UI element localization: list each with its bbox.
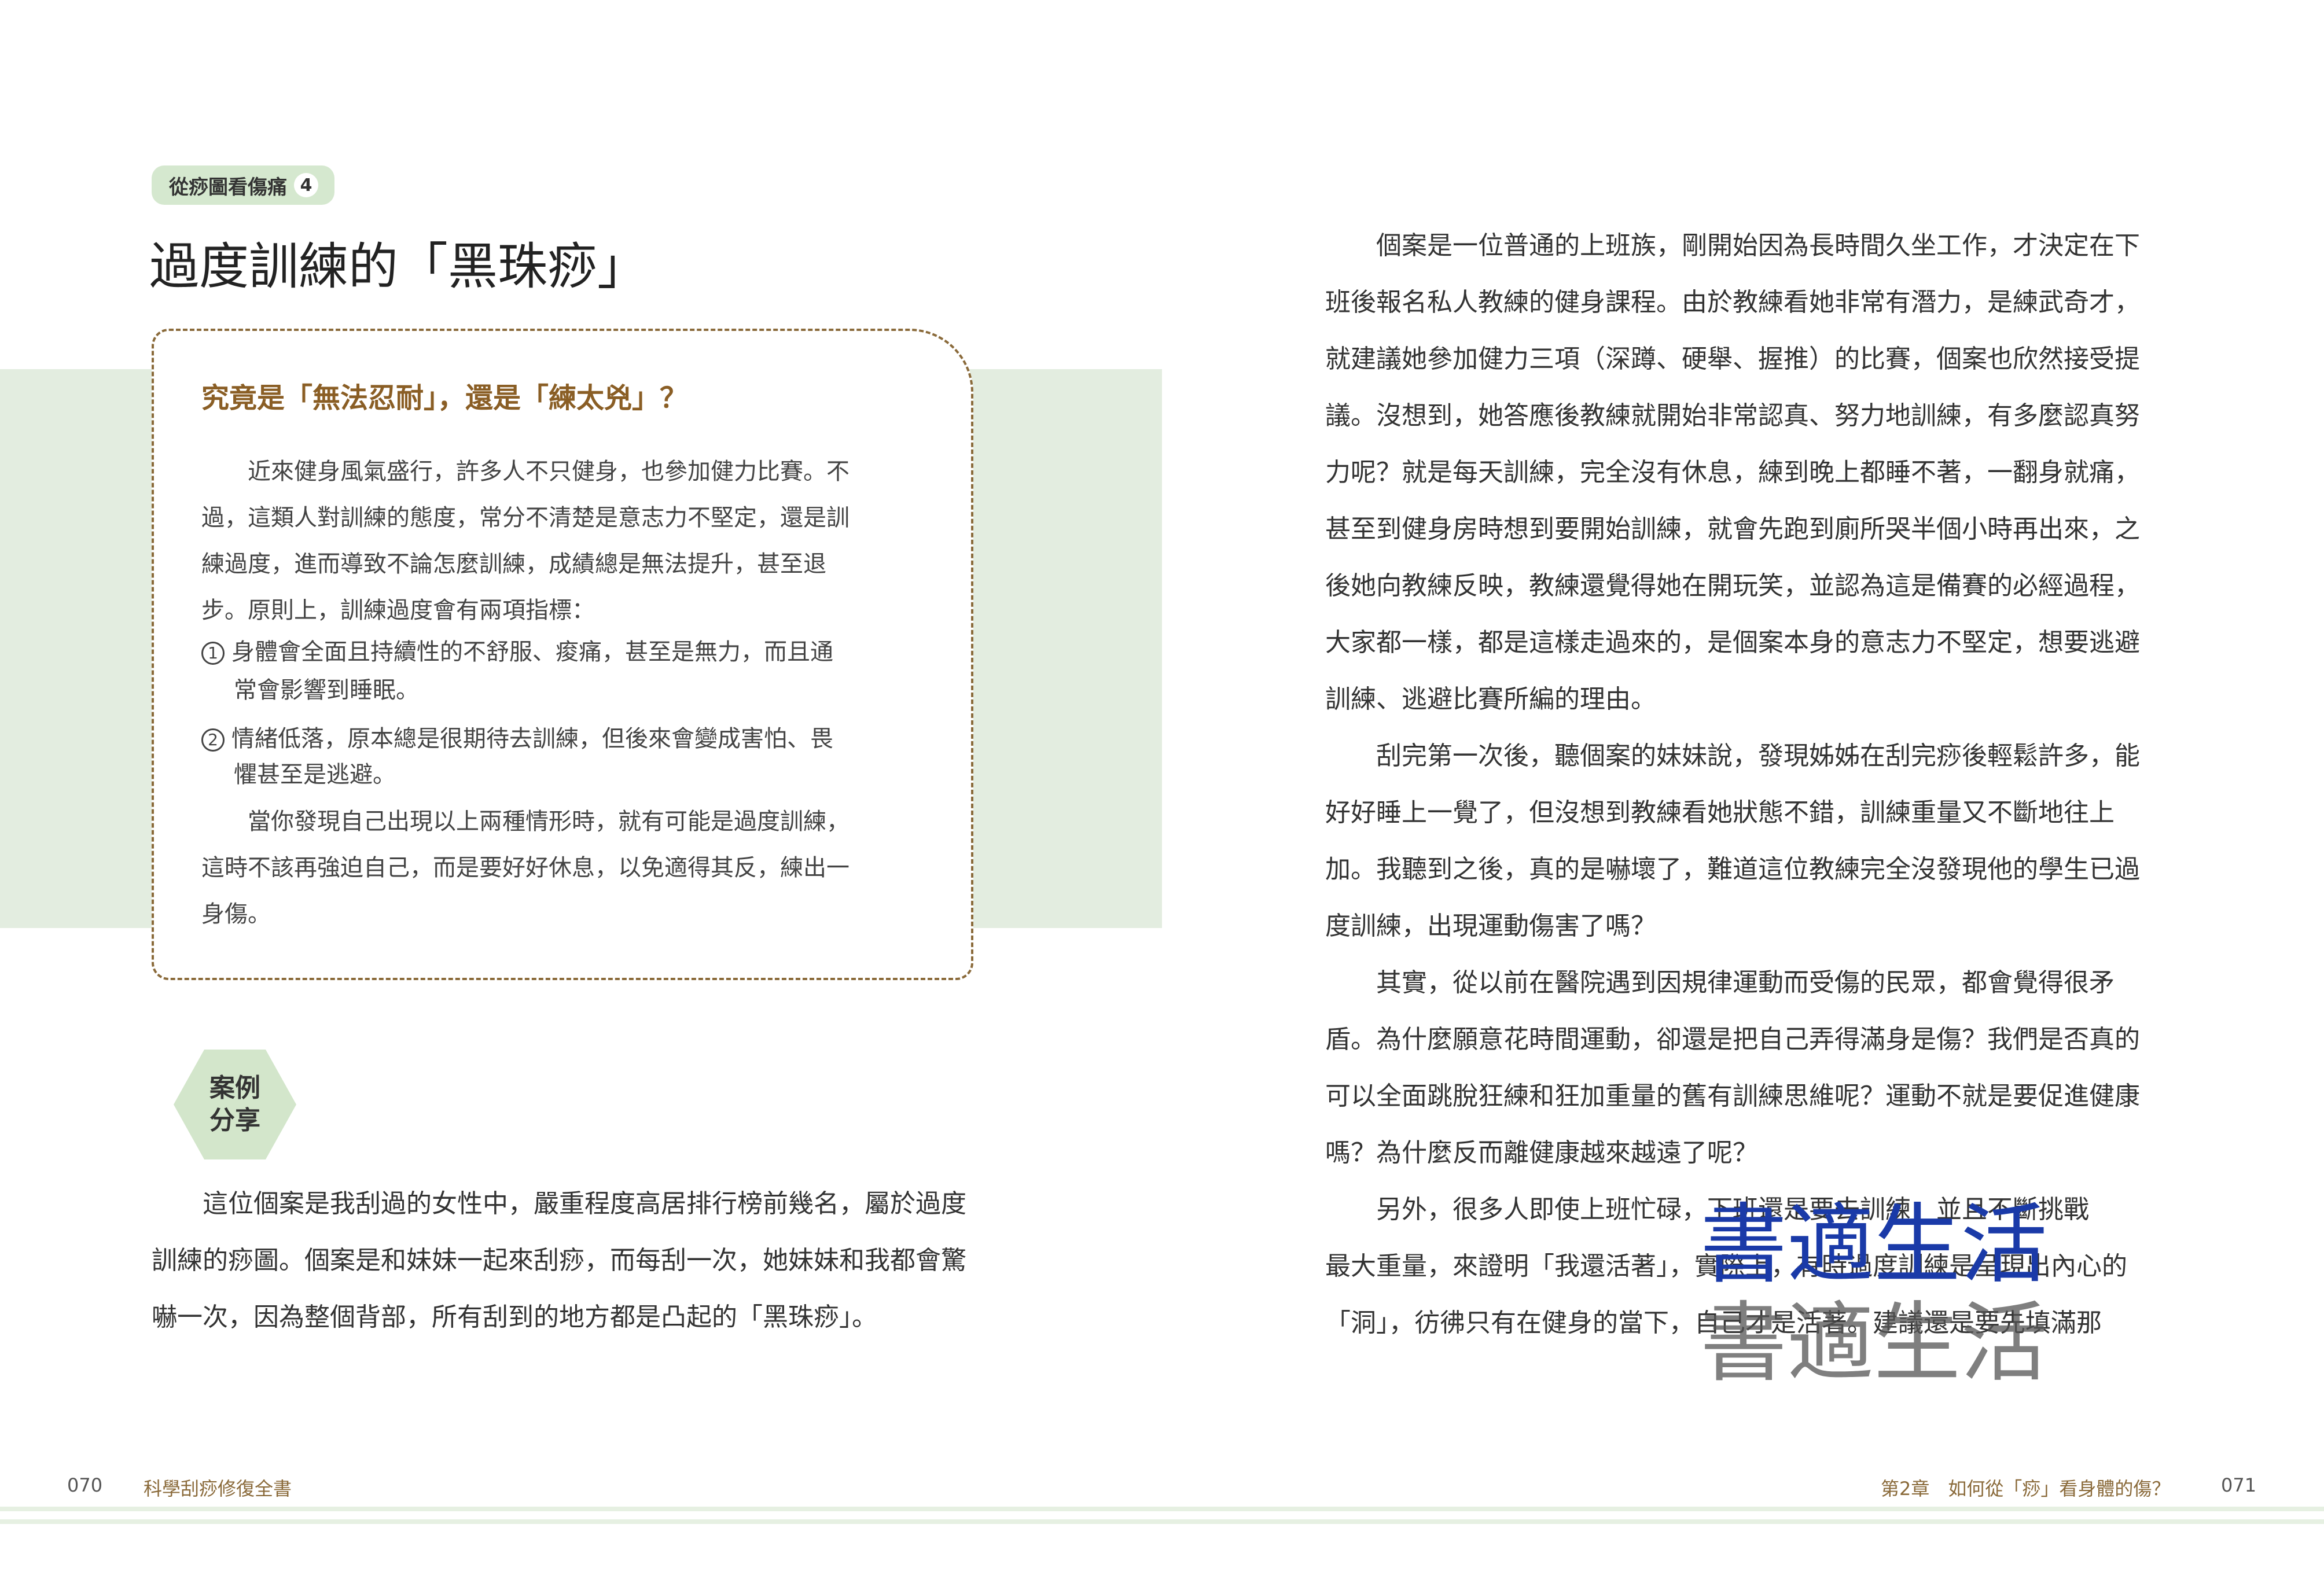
text-line: 當你發現自己出現以上兩種情形時，就有可能是過度訓練， [201,808,850,835]
indicator-text: 身體會全面且持續性的不舒服、痠痛，甚至是無力，而且通 [231,639,833,665]
text-line: 訓練、逃避比賽所編的理由。 [1325,684,1656,714]
indicator-text: 常會影響到睡眠。 [234,677,419,704]
case-share-hexagon-badge: 案例 分享 [174,1050,296,1159]
left-running-title: 科學刮痧修復全書 [144,1478,292,1500]
text-line: 好好睡上一覺了，但沒想到教練看她狀態不錯，訓練重量又不斷地往上 [1325,798,2115,827]
text-line: 這時不該再強迫自己，而是要好好休息，以免適得其反，練出一 [201,855,850,881]
text-line: 後她向教練反映，教練還覺得她在開玩笑，並認為這是備賽的必經過程， [1325,571,2140,601]
case-badge-line: 分享 [209,1106,260,1135]
text-line: 可以全面跳脫狂練和狂加重量的舊有訓練思維呢？運動不就是要促進健康 [1325,1081,2140,1111]
section-tag-number: 4 [294,173,318,197]
text-line: 訓練的痧圖。個案是和妹妹一起來刮痧，而每刮一次，她妹妹和我都會驚 [152,1246,966,1275]
text-line: 大家都一樣，都是這樣走過來的，是個案本身的意志力不堅定，想要逃避 [1325,628,2140,657]
text-line: 練過度，進而導致不論怎麼訓練，成績總是無法提升，甚至退 [201,551,826,577]
text-line: 其實，從以前在醫院遇到因規律運動而受傷的民眾，都會覺得很矛 [1325,968,2115,997]
footer-rule [0,1519,2324,1524]
indicator-item-1: 1 身體會全面且持續性的不舒服、痠痛，甚至是無力，而且通 常會影響到睡眠。 [201,633,833,709]
sidebar-box-paragraph: 近來健身風氣盛行，許多人不只健身，也參加健力比賽。不 過，這類人對訓練的態度，常… [201,448,850,634]
text-line: 步。原則上，訓練過度會有兩項指標： [201,597,595,624]
footer-rule [0,1507,2324,1511]
sidebar-box-heading: 究竟是「無法忍耐」，還是「練太兇」？ [201,382,688,414]
text-line: 盾。為什麼願意花時間運動，卻還是把自己弄得滿身是傷？我們是否真的 [1325,1025,2140,1054]
sidebar-box-closing: 當你發現自己出現以上兩種情形時，就有可能是過度訓練， 這時不該再強迫自己，而是要… [201,798,850,937]
right-page-number: 071 [2221,1474,2257,1496]
text-line: 班後報名私人教練的健身課程。由於教練看她非常有潛力，是練武奇才， [1325,288,2140,317]
left-page-number: 070 [67,1474,103,1496]
case-paragraph: 這位個案是我刮過的女性中，嚴重程度高居排行榜前幾名，屬於過度 訓練的痧圖。個案是… [152,1176,966,1346]
text-line: 甚至到健身房時想到要開始訓練，就會先跑到廁所哭半個小時再出來，之 [1325,514,2140,544]
text-line: 力呢？就是每天訓練，完全沒有休息，練到晚上都睡不著，一翻身就痛， [1325,458,2140,487]
page-title: 過度訓練的「黑珠痧」 [149,238,647,296]
indicator-text: 懼甚至是逃避。 [234,761,396,788]
text-line: 就建議她參加健力三項（深蹲、硬舉、握推）的比賽，個案也欣然接受提 [1325,344,2140,374]
text-line: 近來健身風氣盛行，許多人不只健身，也參加健力比賽。不 [201,458,850,485]
text-line: 度訓練，出現運動傷害了嗎？ [1325,911,1656,941]
text-line: 這位個案是我刮過的女性中，嚴重程度高居排行榜前幾名，屬於過度 [152,1189,966,1218]
watermark-text-shadow: 書適生活 [1700,1293,2048,1394]
text-line: 議。沒想到，她答應後教練就開始非常認真、努力地訓練，有多麼認真努 [1325,401,2140,430]
text-line: 過，這類人對訓練的態度，常分不清楚是意志力不堅定，還是訓 [201,505,850,531]
text-line: 加。我聽到之後，真的是嚇壞了，難道這位教練完全沒發現他的學生已過 [1325,855,2140,884]
indicator-text: 情緒低落，原本總是很期待去訓練，但後來會變成害怕、畏 [231,726,833,752]
section-tag: 從痧圖看傷痛 4 [152,165,334,205]
text-line: 刮完第一次後，聽個案的妹妹說，發現姊姊在刮完痧後輕鬆許多，能 [1325,741,2140,771]
section-tag-label: 從痧圖看傷痛 [169,175,287,199]
case-badge-line: 案例 [209,1073,260,1103]
text-line: 嚇一次，因為整個背部，所有刮到的地方都是凸起的「黑珠痧」。 [152,1302,877,1332]
indicator-item-2: 2 情緒低落，原本總是很期待去訓練，但後來會變成害怕、畏 懼甚至是逃避。 [201,721,833,793]
text-line: 身傷。 [201,901,271,927]
number-circle-icon: 1 [201,642,225,665]
number-circle-icon: 2 [201,728,225,752]
text-line: 嗎？為什麼反而離健康越來越遠了呢？ [1325,1138,1758,1168]
right-running-title: 第2章 如何從「痧」看身體的傷？ [1881,1478,2171,1500]
text-line: 個案是一位普通的上班族，剛開始因為長時間久坐工作，才決定在下 [1325,231,2140,260]
